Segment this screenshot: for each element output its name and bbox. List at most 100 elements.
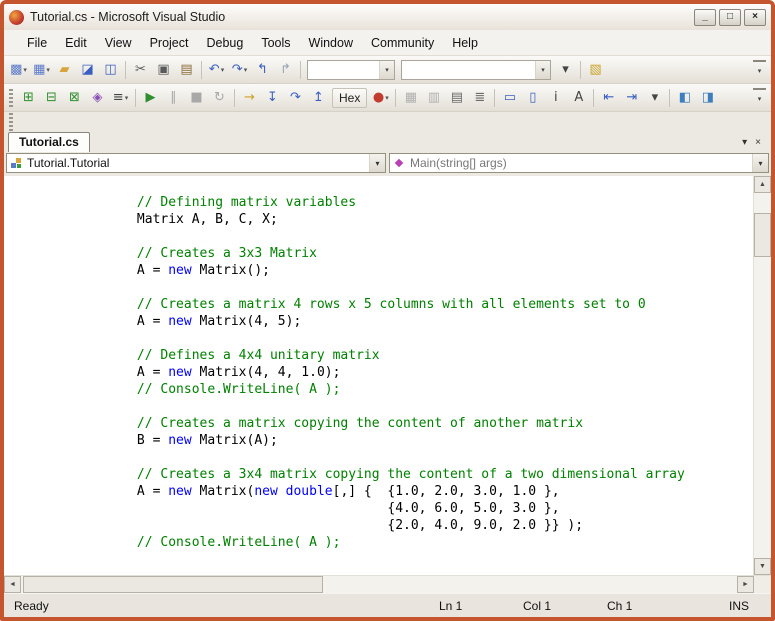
breakpoints-icon[interactable]: ●▾ bbox=[369, 87, 392, 109]
redo-icon[interactable]: ↷▾ bbox=[228, 59, 251, 81]
formatting-dropdown-icon[interactable]: ▾ bbox=[643, 87, 666, 109]
navigate-forward-icon[interactable]: ↱ bbox=[274, 59, 297, 81]
vertical-scrollbar[interactable]: ▲ ▼ bbox=[753, 176, 771, 575]
menu-item-window[interactable]: Window bbox=[300, 32, 362, 54]
chevron-down-icon[interactable]: ▾ bbox=[752, 154, 768, 172]
command-window-icon[interactable]: ≣ bbox=[468, 87, 491, 109]
undo-icon[interactable]: ↶▾ bbox=[205, 59, 228, 81]
cut-icon[interactable]: ✂ bbox=[129, 59, 152, 81]
scroll-down-icon[interactable]: ▼ bbox=[754, 558, 771, 575]
active-files-dropdown-icon[interactable]: ▾ bbox=[742, 137, 747, 148]
chevron-down-icon[interactable]: ▾ bbox=[535, 61, 550, 79]
find-dropdown-icon[interactable]: ▾ bbox=[554, 59, 577, 81]
class-view-icon[interactable]: ◈ bbox=[86, 87, 109, 109]
close-button[interactable]: × bbox=[744, 9, 766, 26]
code-line: // Console.WriteLine( A ); bbox=[43, 534, 753, 551]
matrix-transpose-icon[interactable]: ⊟ bbox=[40, 87, 63, 109]
matrix-new-icon[interactable]: ⊞ bbox=[17, 87, 40, 109]
member-list-icon[interactable]: ≡▾ bbox=[109, 87, 132, 109]
quick-info-icon[interactable]: i bbox=[544, 87, 567, 109]
new-file-icon[interactable]: ▩▾ bbox=[7, 59, 30, 81]
types-dropdown[interactable]: Tutorial.Tutorial ▾ bbox=[6, 153, 386, 173]
menu-item-community[interactable]: Community bbox=[362, 32, 443, 54]
scroll-right-icon[interactable]: ► bbox=[737, 576, 754, 593]
code-line: A = new Matrix(4, 5); bbox=[43, 313, 753, 330]
start-debug-icon[interactable]: ▶ bbox=[139, 87, 162, 109]
watch-window-icon[interactable]: ▦ bbox=[399, 87, 422, 109]
chevron-down-icon[interactable]: ▾ bbox=[379, 61, 394, 79]
empty-toolbar bbox=[4, 112, 771, 132]
toolbar-separator bbox=[300, 61, 301, 79]
hex-toggle[interactable]: Hex bbox=[332, 88, 367, 108]
toolbar-separator bbox=[201, 61, 202, 79]
increase-indent-icon[interactable]: ⇥ bbox=[620, 87, 643, 109]
minimize-button[interactable]: _ bbox=[694, 9, 716, 26]
toolbar-overflow-icon[interactable]: ▾ bbox=[753, 60, 766, 80]
scroll-up-icon[interactable]: ▲ bbox=[754, 176, 771, 193]
scroll-left-icon[interactable]: ◄ bbox=[4, 576, 21, 593]
add-item-icon[interactable]: ▦▾ bbox=[30, 59, 53, 81]
toolbar2-overflow-icon[interactable]: ▾ bbox=[753, 88, 766, 108]
types-dropdown-value: Tutorial.Tutorial bbox=[27, 156, 109, 170]
solution-configurations-combo[interactable]: ▾ bbox=[307, 60, 395, 80]
stop-debug-icon[interactable]: ■ bbox=[185, 87, 208, 109]
code-line: // Creates a 3x4 matrix copying the cont… bbox=[43, 466, 753, 483]
menu-item-view[interactable]: View bbox=[96, 32, 141, 54]
status-message: Ready bbox=[14, 599, 49, 613]
debug-toolbar: ⊞⊟⊠◈≡▾▶∥■↻→↧↷↥Hex●▾▦▥▤≣▭▯iA⇤⇥▾◧◨▾ bbox=[4, 84, 771, 112]
tab-tutorial-cs[interactable]: Tutorial.cs bbox=[8, 132, 90, 152]
code-line: {4.0, 6.0, 5.0, 3.0 }, bbox=[43, 500, 753, 517]
copy-icon[interactable]: ▣ bbox=[152, 59, 175, 81]
parameter-info-icon[interactable]: ▯ bbox=[521, 87, 544, 109]
title-bar[interactable]: Tutorial.cs - Microsoft Visual Studio _ … bbox=[4, 4, 771, 30]
paste-icon[interactable]: ▤ bbox=[175, 59, 198, 81]
save-all-icon[interactable]: ◫ bbox=[99, 59, 122, 81]
scrollbar-corner bbox=[754, 576, 771, 593]
class-icon bbox=[10, 157, 22, 169]
restart-debug-icon[interactable]: ↻ bbox=[208, 87, 231, 109]
menu-item-tools[interactable]: Tools bbox=[252, 32, 299, 54]
horizontal-scroll-thumb[interactable] bbox=[23, 576, 323, 593]
menu-item-debug[interactable]: Debug bbox=[197, 32, 252, 54]
help-index-icon[interactable]: ◨ bbox=[696, 87, 719, 109]
step-over-icon[interactable]: ↷ bbox=[284, 87, 307, 109]
toolbar-grip[interactable] bbox=[9, 113, 13, 131]
horizontal-scroll-track[interactable] bbox=[21, 576, 737, 593]
horizontal-scrollbar[interactable]: ◄ ► bbox=[4, 575, 771, 593]
immediate-window-icon[interactable]: ▥ bbox=[422, 87, 445, 109]
status-line: Ln 1 bbox=[439, 599, 523, 613]
vertical-scroll-track[interactable] bbox=[754, 193, 771, 558]
display-member-list-icon[interactable]: ▭ bbox=[498, 87, 521, 109]
chevron-down-icon[interactable]: ▾ bbox=[369, 154, 385, 172]
menu-item-file[interactable]: File bbox=[18, 32, 56, 54]
menu-item-help[interactable]: Help bbox=[443, 32, 487, 54]
code-line: A = new Matrix(new double[,] { {1.0, 2.0… bbox=[43, 483, 753, 500]
menu-item-project[interactable]: Project bbox=[141, 32, 198, 54]
step-into-icon[interactable]: ↧ bbox=[261, 87, 284, 109]
output-window-icon[interactable]: ▤ bbox=[445, 87, 468, 109]
break-all-icon[interactable]: ∥ bbox=[162, 87, 185, 109]
decrease-indent-icon[interactable]: ⇤ bbox=[597, 87, 620, 109]
close-document-icon[interactable]: × bbox=[755, 137, 761, 148]
help-contents-icon[interactable]: ◧ bbox=[673, 87, 696, 109]
members-dropdown-value: Main(string[] args) bbox=[410, 156, 507, 170]
code-line: B = new Matrix(A); bbox=[43, 432, 753, 449]
status-character: Ch 1 bbox=[607, 599, 691, 613]
maximize-button[interactable]: □ bbox=[719, 9, 741, 26]
toolbar-grip[interactable] bbox=[9, 89, 13, 107]
solution-explorer-icon[interactable]: ▧ bbox=[584, 59, 607, 81]
save-icon[interactable]: ◪ bbox=[76, 59, 99, 81]
matrix-inverse-icon[interactable]: ⊠ bbox=[63, 87, 86, 109]
open-file-icon[interactable]: ▰ bbox=[53, 59, 76, 81]
menu-item-edit[interactable]: Edit bbox=[56, 32, 96, 54]
complete-word-icon[interactable]: A bbox=[567, 87, 590, 109]
vertical-scroll-thumb[interactable] bbox=[754, 213, 771, 257]
step-out-icon[interactable]: ↥ bbox=[307, 87, 330, 109]
code-area[interactable]: // Defining matrix variables Matrix A, B… bbox=[4, 176, 753, 575]
show-next-statement-icon[interactable]: → bbox=[238, 87, 261, 109]
navigate-backward-icon[interactable]: ↰ bbox=[251, 59, 274, 81]
find-combo[interactable]: ▾ bbox=[401, 60, 551, 80]
code-line bbox=[43, 228, 753, 245]
members-dropdown[interactable]: Main(string[] args) ▾ bbox=[389, 153, 769, 173]
editor-area: // Defining matrix variables Matrix A, B… bbox=[4, 176, 771, 593]
